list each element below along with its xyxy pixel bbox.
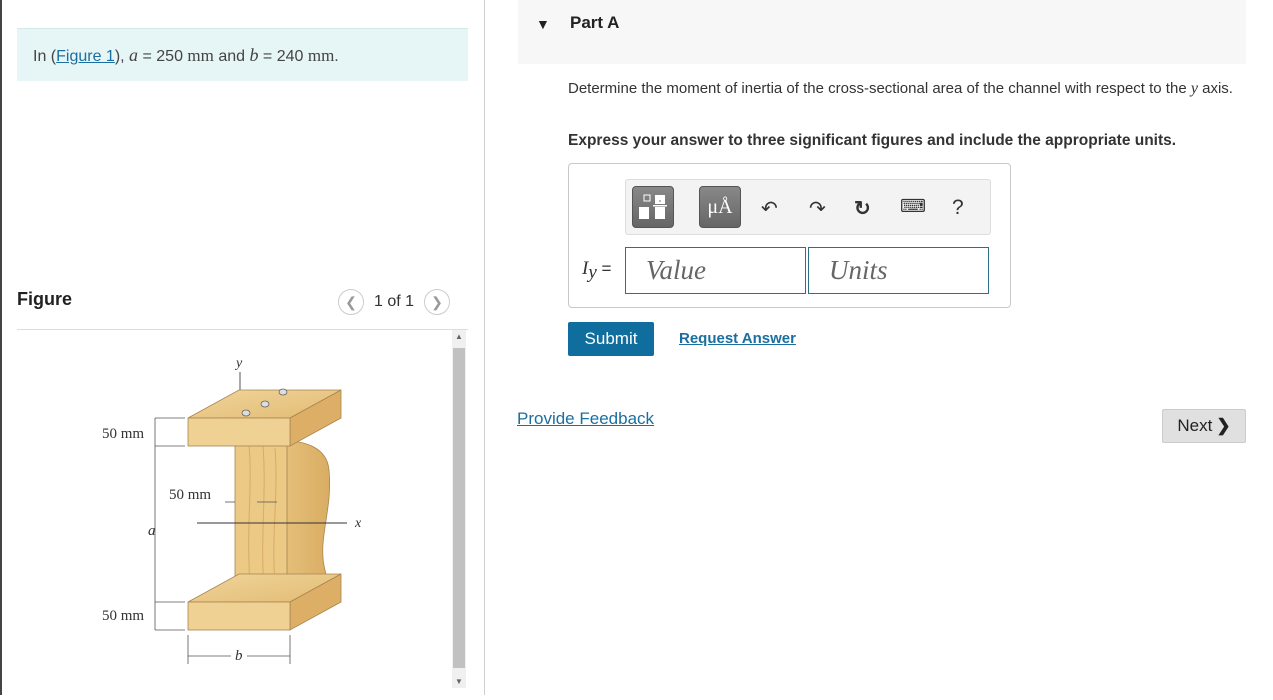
instruction-text: Express your answer to three significant… — [568, 132, 1177, 149]
figure-area: y x 50 mm 50 mm a 50 mm b — [17, 330, 452, 695]
pager-text: 1 of 1 — [374, 293, 415, 310]
dim-label-a: a — [148, 523, 156, 539]
nail-head — [241, 409, 251, 417]
nail-head — [260, 400, 270, 408]
intro-text: and — [213, 48, 250, 65]
units-field[interactable] — [808, 247, 989, 294]
chevron-right-icon: ❯ — [1216, 416, 1231, 435]
top-flange-front — [187, 417, 291, 447]
reset-icon[interactable]: ↻ — [854, 196, 871, 221]
chevron-right-icon: ❯ — [431, 293, 443, 310]
y-axis-label: y — [234, 356, 243, 371]
question-end: axis. — [1197, 80, 1233, 97]
part-title: Part A — [570, 13, 620, 32]
next-label: Next — [1177, 416, 1213, 435]
intro-text: ), — [114, 48, 130, 65]
templates-icon — [639, 194, 667, 219]
submit-button[interactable]: Submit — [568, 322, 654, 356]
answer-box: μÅ ↶ ↷ ↻ ⌨ ? Iy = — [568, 163, 1011, 308]
units-input[interactable] — [809, 248, 988, 293]
figure-link[interactable]: Figure 1 — [56, 48, 115, 65]
units-button[interactable]: μÅ — [699, 186, 741, 228]
dim-label-web: 50 mm — [169, 487, 211, 503]
dim-label-top-flange: 50 mm — [102, 426, 144, 442]
value-input[interactable] — [626, 248, 805, 293]
templates-button[interactable] — [632, 186, 674, 228]
next-button[interactable]: Next ❯ — [1162, 409, 1246, 443]
question-text: Determine the moment of inertia of the c… — [568, 79, 1248, 99]
intro-text: . — [334, 48, 339, 65]
question-main: Determine the moment of inertia of the c… — [568, 80, 1191, 97]
dim-label-bottom-flange: 50 mm — [102, 608, 144, 624]
intro-text: In ( — [33, 48, 57, 65]
var-a: a — [129, 45, 139, 65]
keyboard-icon[interactable]: ⌨ — [900, 196, 926, 217]
help-button[interactable]: ? — [952, 196, 964, 220]
value-field[interactable] — [625, 247, 806, 294]
figure-heading: Figure — [17, 289, 73, 309]
x-axis-label: x — [354, 516, 362, 531]
window-edge — [0, 0, 2, 695]
unit-a: mm — [187, 46, 214, 65]
figure-scrollbar[interactable]: ▲ ▼ — [452, 330, 466, 688]
unit-b: mm — [307, 46, 335, 65]
answer-label: Iy = — [582, 258, 611, 284]
collapse-caret-icon[interactable]: ▼ — [536, 16, 550, 32]
bottom-flange-front — [187, 601, 291, 631]
next-figure-button[interactable]: ❯ — [424, 289, 451, 315]
chevron-left-icon: ❮ — [345, 293, 357, 310]
request-answer-link[interactable]: Request Answer — [679, 330, 796, 347]
label-eq: = — [596, 259, 612, 278]
label-sub: y — [588, 262, 597, 284]
math-toolbar: μÅ ↶ ↷ ↻ ⌨ ? — [625, 179, 991, 235]
part-header[interactable]: ▼ Part A — [518, 0, 1246, 64]
redo-icon[interactable]: ↷ — [809, 196, 826, 221]
problem-statement: In (Figure 1), a = 250 mm and b = 240 mm… — [17, 28, 468, 81]
scroll-down-icon[interactable]: ▼ — [452, 677, 466, 686]
intro-text: = 250 — [138, 48, 188, 65]
scroll-thumb[interactable] — [453, 348, 465, 668]
dim-label-b: b — [235, 648, 243, 664]
provide-feedback-link[interactable]: Provide Feedback — [517, 409, 654, 429]
question-var: y — [1190, 80, 1198, 97]
undo-icon[interactable]: ↶ — [761, 196, 778, 221]
prev-figure-button[interactable]: ❮ — [338, 289, 364, 315]
left-pane: In (Figure 1), a = 250 mm and b = 240 mm… — [0, 0, 485, 695]
nail-head — [278, 388, 288, 396]
figure-pager: ❮ 1 of 1 ❯ — [338, 289, 451, 315]
intro-text: = 240 — [258, 48, 308, 65]
i-beam-figure: y x 50 mm 50 mm a 50 mm b — [102, 356, 362, 664]
right-pane: ▼ Part A Determine the moment of inertia… — [485, 0, 1273, 695]
scroll-up-icon[interactable]: ▲ — [452, 332, 466, 341]
